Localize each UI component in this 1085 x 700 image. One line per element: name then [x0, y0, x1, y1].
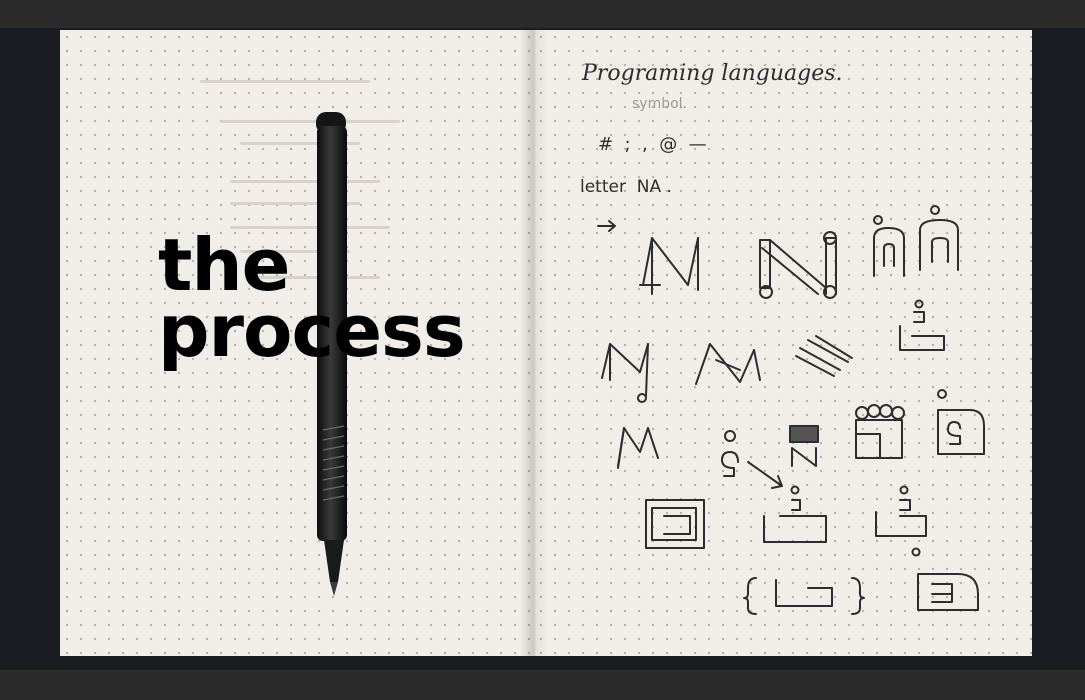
sketch-boxed-three — [917, 573, 979, 611]
sketch-letter-n-outline — [759, 231, 837, 299]
sketch-hook-glyph — [899, 299, 945, 351]
sketch-bracket-dot — [875, 485, 927, 557]
sketch-zigzag-1 — [601, 343, 649, 403]
sketch-nine-box — [937, 389, 985, 455]
sketch-nested-box — [645, 499, 705, 549]
photo-scene: Programing languages. symbol. # ; , @ — … — [0, 0, 1085, 700]
sketch-hatched-n — [795, 335, 853, 377]
symbols-row: # ; , @ — — [598, 134, 707, 155]
page-heading: Programing languages. — [581, 61, 843, 86]
sketch-boxed-n — [789, 425, 819, 467]
sketch-curly-braces — [743, 577, 865, 615]
sketch-dot-nine-arrow — [721, 430, 783, 489]
sketch-arch-pair — [873, 205, 959, 277]
sketch-zigzag-2 — [695, 343, 761, 385]
letter-label: letter NA . — [580, 177, 672, 197]
sketch-letter-n-block — [639, 237, 699, 295]
page-subheading: symbol. — [632, 96, 687, 112]
overlay-title: the process — [158, 223, 466, 373]
sketch-ring-box — [855, 404, 905, 459]
sketch-bracket-nine — [763, 485, 827, 543]
arrow-mark — [597, 220, 616, 232]
sketch-nv — [617, 427, 659, 469]
